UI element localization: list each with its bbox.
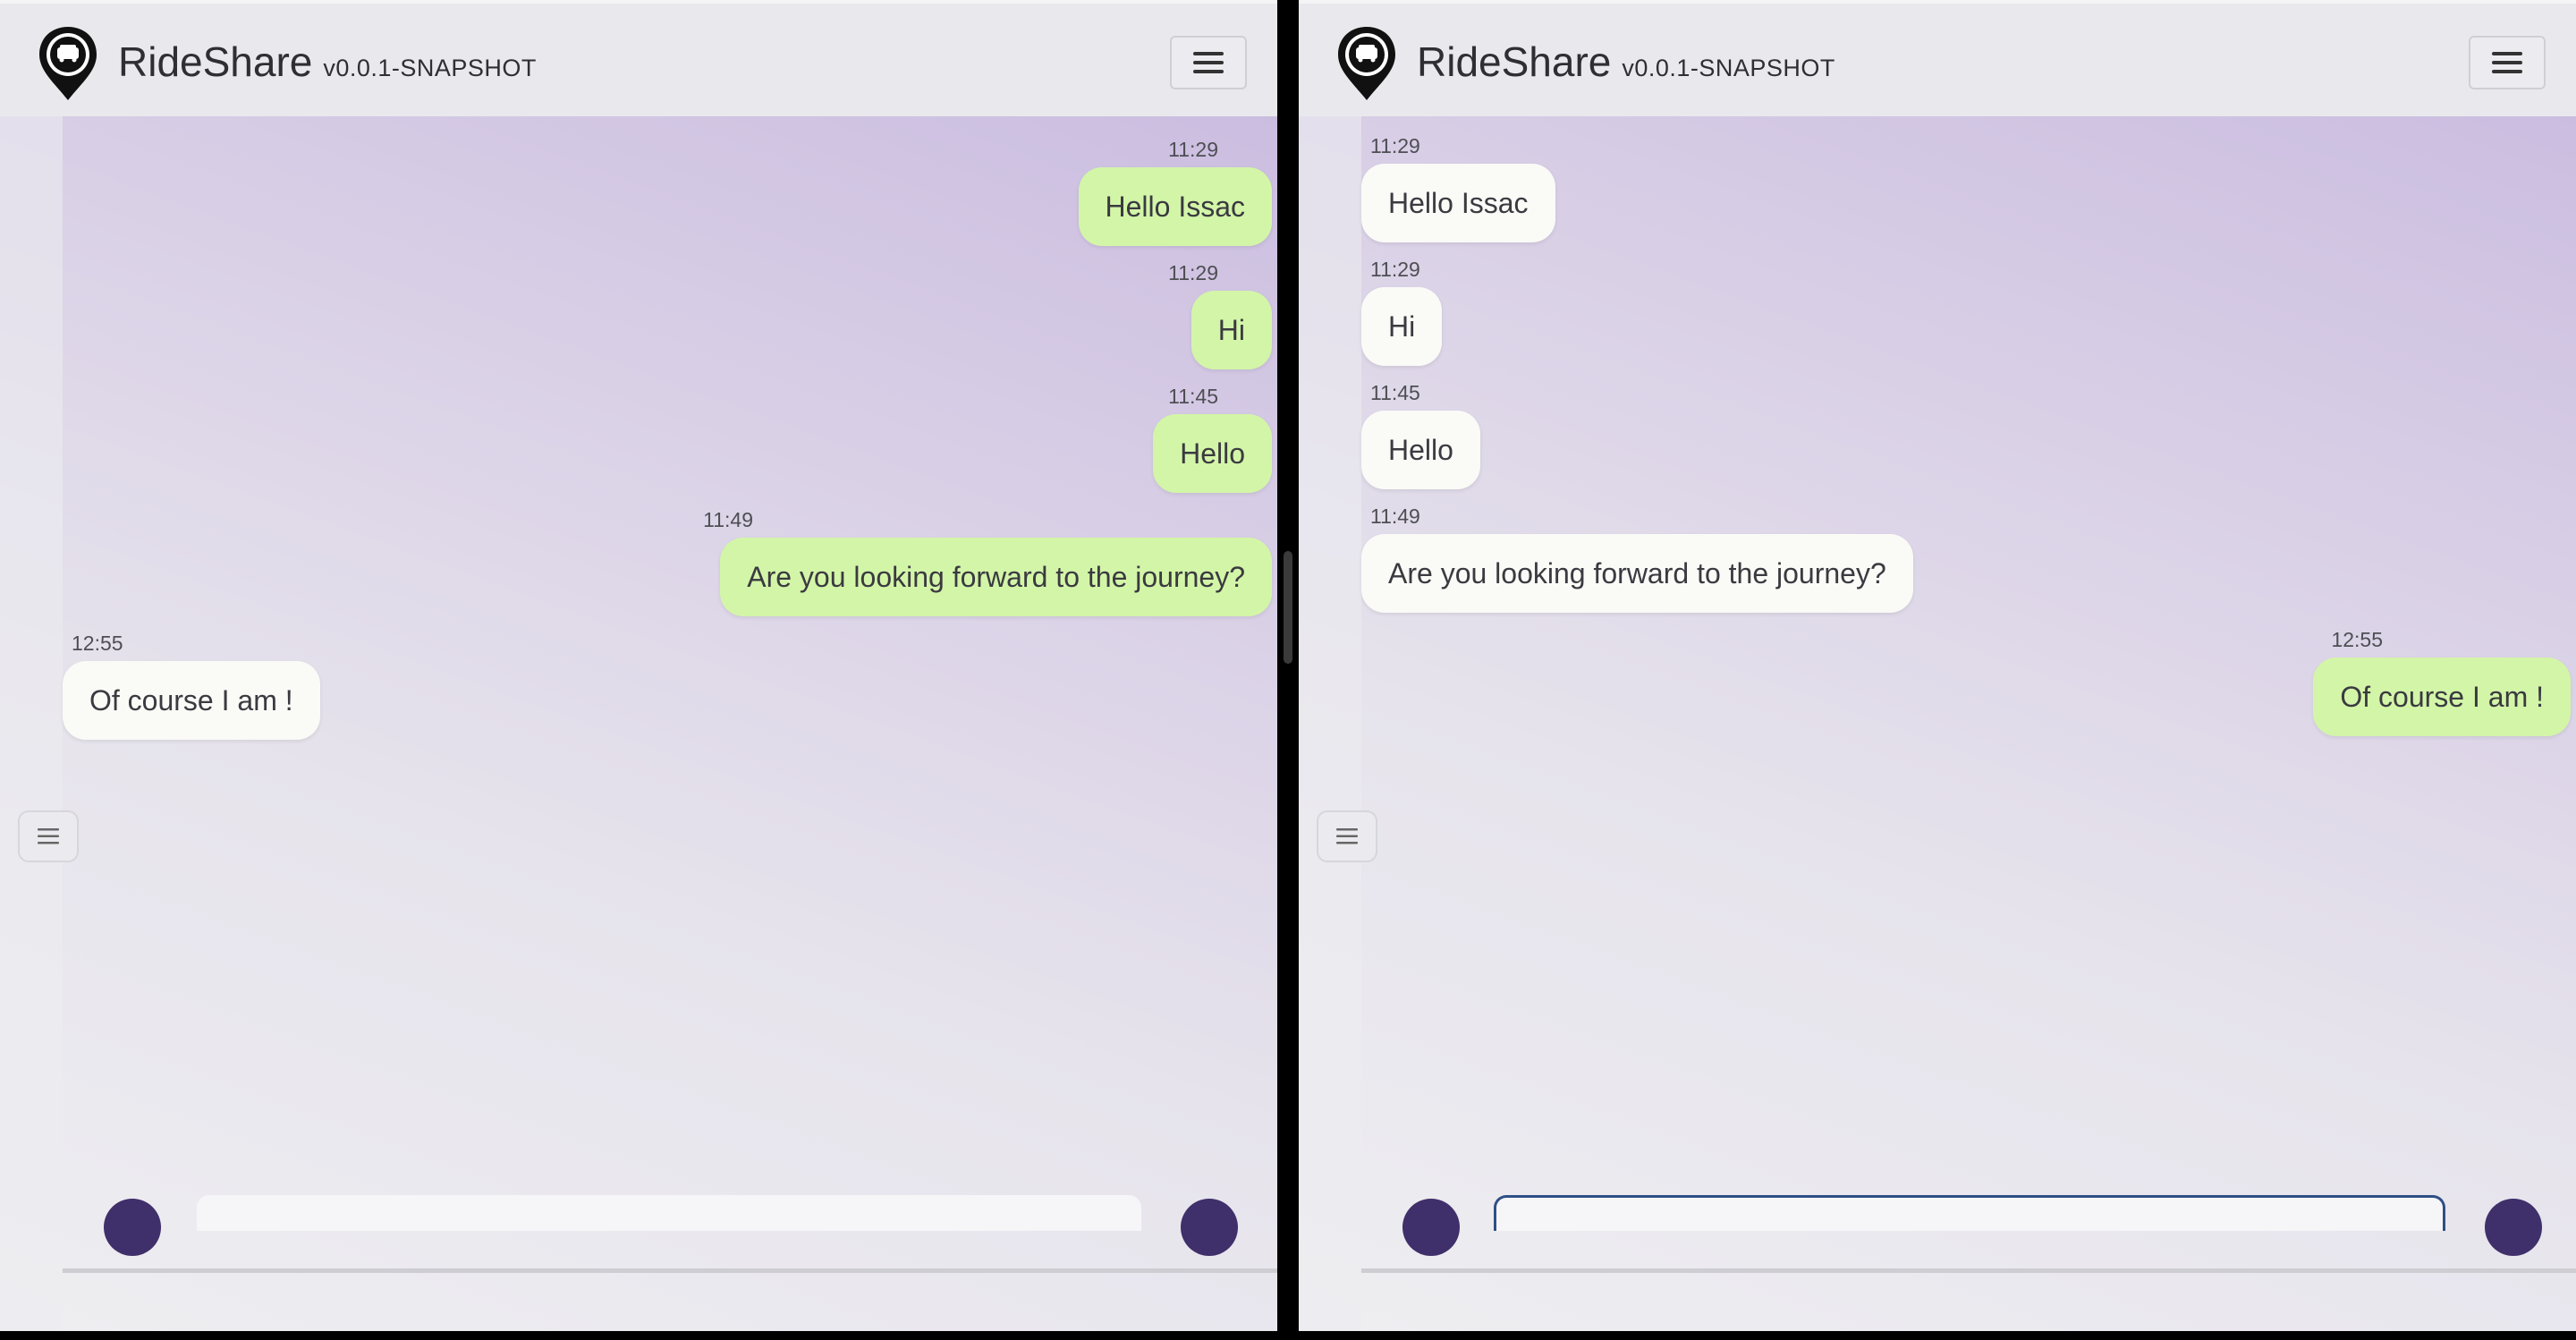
rideshare-logo-icon <box>1338 27 1395 100</box>
app-name: RideShare <box>118 38 313 85</box>
message-bubble[interactable]: Of course I am ! <box>2313 657 2571 736</box>
attach-button[interactable] <box>104 1199 161 1256</box>
message-time: 11:29 <box>1370 134 1420 157</box>
message-sent: 11:49 Are you looking forward to the jou… <box>703 508 1272 616</box>
message-received: 11:45 Hello <box>1361 381 1480 489</box>
message-sent: 12:55 Of course I am ! <box>2313 628 2571 736</box>
app-version: v0.0.1-SNAPSHOT <box>1622 55 1835 81</box>
message-bubble[interactable]: Hi <box>1191 291 1272 369</box>
message-time: 11:45 <box>1370 381 1420 404</box>
message-list[interactable]: 11:29 Hello Issac 11:29 Hi 11:45 Hello 1… <box>1299 116 2576 1331</box>
message-bubble[interactable]: Hello Issac <box>1078 167 1272 246</box>
message-received: 11:49 Are you looking forward to the jou… <box>1361 505 1913 613</box>
split-divider-handle[interactable] <box>1284 551 1292 664</box>
app-header: RideShare v0.0.1-SNAPSHOT <box>0 0 1277 116</box>
message-sent: 11:45 Hello <box>1153 385 1272 493</box>
left-gutter <box>0 116 63 1331</box>
message-bubble[interactable]: Are you looking forward to the journey? <box>1361 534 1913 613</box>
message-received: 11:29 Hello Issac <box>1361 134 1555 242</box>
send-button[interactable] <box>2485 1199 2542 1256</box>
message-list[interactable]: 11:29 Hello Issac 11:29 Hi 11:45 Hello 1… <box>0 116 1277 1331</box>
app-header: RideShare v0.0.1-SNAPSHOT <box>1299 0 2576 116</box>
message-time: 11:49 <box>703 508 753 531</box>
list-icon <box>38 828 59 844</box>
message-bubble[interactable]: Hello Issac <box>1361 164 1555 242</box>
chat-pane-right: RideShare v0.0.1-SNAPSHOT 11:29 Hello Is… <box>1299 0 2576 1331</box>
app-version: v0.0.1-SNAPSHOT <box>323 55 537 81</box>
message-bubble[interactable]: Hello <box>1153 414 1272 493</box>
message-time: 11:29 <box>1168 138 1218 161</box>
message-bubble[interactable]: Of course I am ! <box>63 661 320 740</box>
message-input[interactable] <box>197 1195 1141 1231</box>
app-brand: RideShare v0.0.1-SNAPSHOT <box>1417 38 1835 86</box>
left-gutter <box>1299 116 1361 1331</box>
message-received: 11:29 Hi <box>1361 258 1443 366</box>
send-button[interactable] <box>1181 1199 1238 1256</box>
message-time: 11:49 <box>1370 505 1420 528</box>
message-sent: 11:29 Hello Issac <box>1078 138 1272 246</box>
hamburger-menu-icon <box>1193 52 1224 73</box>
hamburger-menu-icon <box>2492 52 2522 73</box>
attach-button[interactable] <box>1402 1199 1460 1256</box>
message-bubble[interactable]: Are you looking forward to the journey? <box>720 538 1272 616</box>
chat-pane-left: RideShare v0.0.1-SNAPSHOT 11:29 Hello Is… <box>0 0 1277 1331</box>
message-sent: 11:29 Hi <box>1168 261 1272 369</box>
message-received: 12:55 Of course I am ! <box>63 632 320 740</box>
list-icon <box>1336 828 1358 844</box>
message-time: 11:29 <box>1168 261 1218 284</box>
split-divider[interactable] <box>1277 0 1299 1340</box>
drawer-toggle-button[interactable] <box>18 810 79 862</box>
message-time: 12:55 <box>2331 628 2383 651</box>
message-time: 11:45 <box>1168 385 1218 408</box>
drawer-toggle-button[interactable] <box>1317 810 1377 862</box>
message-time: 12:55 <box>72 632 123 655</box>
message-bubble[interactable]: Hello <box>1361 411 1480 489</box>
rideshare-logo-icon <box>39 27 97 100</box>
menu-button[interactable] <box>2469 36 2546 89</box>
message-input[interactable] <box>1494 1195 2445 1231</box>
app-brand: RideShare v0.0.1-SNAPSHOT <box>118 38 537 86</box>
composer-divider <box>63 1268 1277 1273</box>
composer-divider <box>1361 1268 2576 1273</box>
menu-button[interactable] <box>1170 36 1247 89</box>
app-name: RideShare <box>1417 38 1612 85</box>
message-bubble[interactable]: Hi <box>1361 287 1443 366</box>
message-time: 11:29 <box>1370 258 1420 281</box>
